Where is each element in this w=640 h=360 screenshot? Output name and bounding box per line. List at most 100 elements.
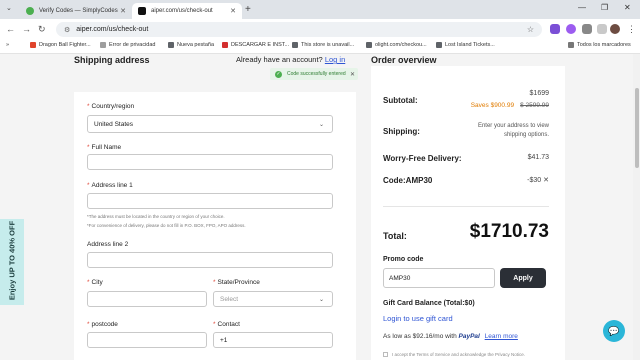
discount-side-tab[interactable]: Enjoy UP TO 40% OFF [0, 219, 24, 305]
address1-input[interactable] [87, 193, 333, 209]
new-tab-button[interactable]: + [245, 4, 251, 15]
bookmark-favicon-icon [30, 42, 36, 48]
tab-title: Verify Codes — SimplyCodes [39, 8, 118, 14]
scroll-thumb[interactable] [635, 88, 639, 168]
address2-input[interactable] [87, 252, 333, 268]
tab-simplycodes[interactable]: Verify Codes — SimplyCodes ✕ [20, 3, 132, 19]
bookmark-favicon-icon [222, 42, 228, 48]
tab-search-icon[interactable]: ⌄ [6, 4, 12, 12]
chevron-down-icon: ⌄ [318, 121, 324, 128]
chat-bubble-icon[interactable]: 💬 [603, 320, 625, 342]
sidebar-icon[interactable] [597, 24, 607, 34]
shipping-message: Enter your address to view shipping opti… [477, 123, 549, 138]
contact-label: * Contact [213, 321, 240, 328]
url-text: aiper.com/us/check-out [76, 26, 149, 33]
bookmark-star-icon[interactable]: ☆ [527, 25, 534, 34]
order-overview-panel: Subtotal: $1699 Saves $900.99 $ 2599.99 S… [371, 66, 565, 360]
paypal-logo: PayPal [458, 333, 480, 340]
folder-icon [568, 42, 574, 48]
country-select[interactable]: United States ⌄ [87, 115, 333, 133]
divider [383, 206, 549, 207]
gift-card-balance: Gift Card Balance (Total:$0) [383, 300, 475, 307]
fullname-input[interactable] [87, 154, 333, 170]
promo-code-label: Promo code [383, 256, 424, 263]
bookmark-favicon-icon [100, 42, 106, 48]
paypal-installment: As low as $92.16/mo with PayPal Learn mo… [383, 333, 518, 340]
bookmark-item[interactable]: Lost Island Tickets... [436, 42, 495, 48]
address2-label: Address line 2 [87, 241, 129, 248]
profile-avatar[interactable] [610, 24, 620, 34]
remove-code-icon[interactable]: ✕ [543, 177, 549, 184]
bookmark-item[interactable]: olight.com/checkou... [366, 42, 427, 48]
contact-input[interactable]: +1 [213, 332, 333, 348]
all-bookmarks[interactable]: Todos los marcadores [568, 42, 631, 48]
chevron-down-icon: ⌄ [318, 296, 324, 303]
page-scrollbar[interactable] [633, 54, 640, 360]
terms-checkbox-row[interactable]: I accept the Terms of Service and acknow… [383, 351, 553, 358]
extensions-puzzle-icon[interactable] [582, 24, 592, 34]
browser-menu-icon[interactable]: ⋮ [627, 24, 636, 35]
close-window-button[interactable]: ✕ [624, 3, 631, 12]
subtotal-row: Subtotal: $1699 Saves $900.99 $ 2599.99 [383, 90, 549, 109]
shipping-address-title: Shipping address [74, 55, 150, 65]
price-breakdown: Saves $900.99 $ 2599.99 [470, 102, 549, 109]
toast-message: Code successfully entered [287, 71, 346, 77]
bookmark-item[interactable]: Nueva pestaña [168, 42, 214, 48]
bookmark-item[interactable]: Dragon Ball Fighter... [30, 42, 91, 48]
promo-code-input[interactable]: AMP30 [383, 268, 495, 288]
reload-button[interactable]: ↻ [38, 24, 46, 35]
site-info-icon[interactable]: ⚙ [64, 26, 70, 34]
discount-tab-label: Enjoy UP TO 40% OFF [7, 220, 17, 301]
fullname-label: * Full Name [87, 144, 122, 151]
city-input[interactable] [87, 291, 207, 307]
aiper-favicon-icon [138, 7, 146, 15]
worry-free-row: Worry-Free Delivery: $41.73 [383, 154, 549, 163]
extension-icon[interactable] [550, 24, 560, 34]
simplycodes-favicon-icon [26, 7, 34, 15]
maximize-button[interactable]: ❐ [601, 3, 608, 12]
bookmark-item[interactable]: Error de privacidad [100, 42, 155, 48]
apply-button[interactable]: Apply [500, 268, 546, 288]
postcode-input[interactable] [87, 332, 207, 348]
gift-card-link[interactable]: Login to use gift card [383, 314, 453, 323]
state-select[interactable]: Select ⌄ [213, 291, 333, 307]
url-bar[interactable]: ⚙ aiper.com/us/check-out ☆ [56, 22, 542, 37]
bookmark-item[interactable]: This store is unavail... [292, 42, 354, 48]
minimize-button[interactable]: — [578, 3, 586, 12]
tab-close-icon[interactable]: ✕ [120, 7, 126, 15]
learn-more-link[interactable]: Learn more [485, 333, 518, 340]
phone-prefix: +1 [220, 336, 228, 344]
shipping-form: * Country/region United States ⌄ * Full Na… [74, 92, 356, 360]
tab-close-icon[interactable]: ✕ [230, 7, 236, 15]
tab-aiper-checkout[interactable]: aiper.com/us/check-out ✕ [132, 3, 242, 19]
extension-icon[interactable] [566, 24, 576, 34]
postcode-label: * postcode [87, 321, 118, 328]
state-label: * State/Province [213, 279, 260, 286]
promo-code-row: Code:AMP30 -$30 ✕ [383, 176, 549, 185]
check-icon: ✓ [275, 70, 282, 78]
terms-checkbox[interactable] [383, 352, 388, 358]
back-button[interactable]: ← [6, 24, 15, 34]
bookmark-item[interactable]: DESCARGAR E INST... [222, 42, 289, 48]
shipping-row: Shipping: Enter your address to view shi… [383, 123, 549, 138]
subtotal-value: $1699 [529, 90, 549, 97]
total-label: Total: [383, 231, 407, 241]
country-label: * Country/region [87, 103, 135, 110]
tab-title: aiper.com/us/check-out [151, 8, 213, 14]
code-discount: -$30 ✕ [527, 177, 549, 184]
total-value: $1710.73 [469, 221, 549, 242]
address-hint: *The address must be located in the coun… [87, 214, 225, 219]
order-overview-title: Order overview [371, 55, 437, 65]
bookmark-favicon-icon [366, 42, 372, 48]
bookmark-favicon-icon [436, 42, 442, 48]
forward-button[interactable]: → [22, 24, 31, 34]
address1-label: * Address line 1 [87, 182, 133, 189]
success-toast: ✓ Code successfully entered ✕ [270, 68, 358, 80]
bookmarks-more-icon[interactable]: » [6, 42, 9, 48]
login-link[interactable]: Log in [325, 55, 345, 64]
worry-free-value: $41.73 [527, 154, 549, 161]
toast-close-icon[interactable]: ✕ [350, 71, 355, 78]
city-label: * City [87, 279, 103, 286]
address-hint: *For convenience of delivery, please do … [87, 223, 246, 228]
bookmark-favicon-icon [168, 42, 174, 48]
